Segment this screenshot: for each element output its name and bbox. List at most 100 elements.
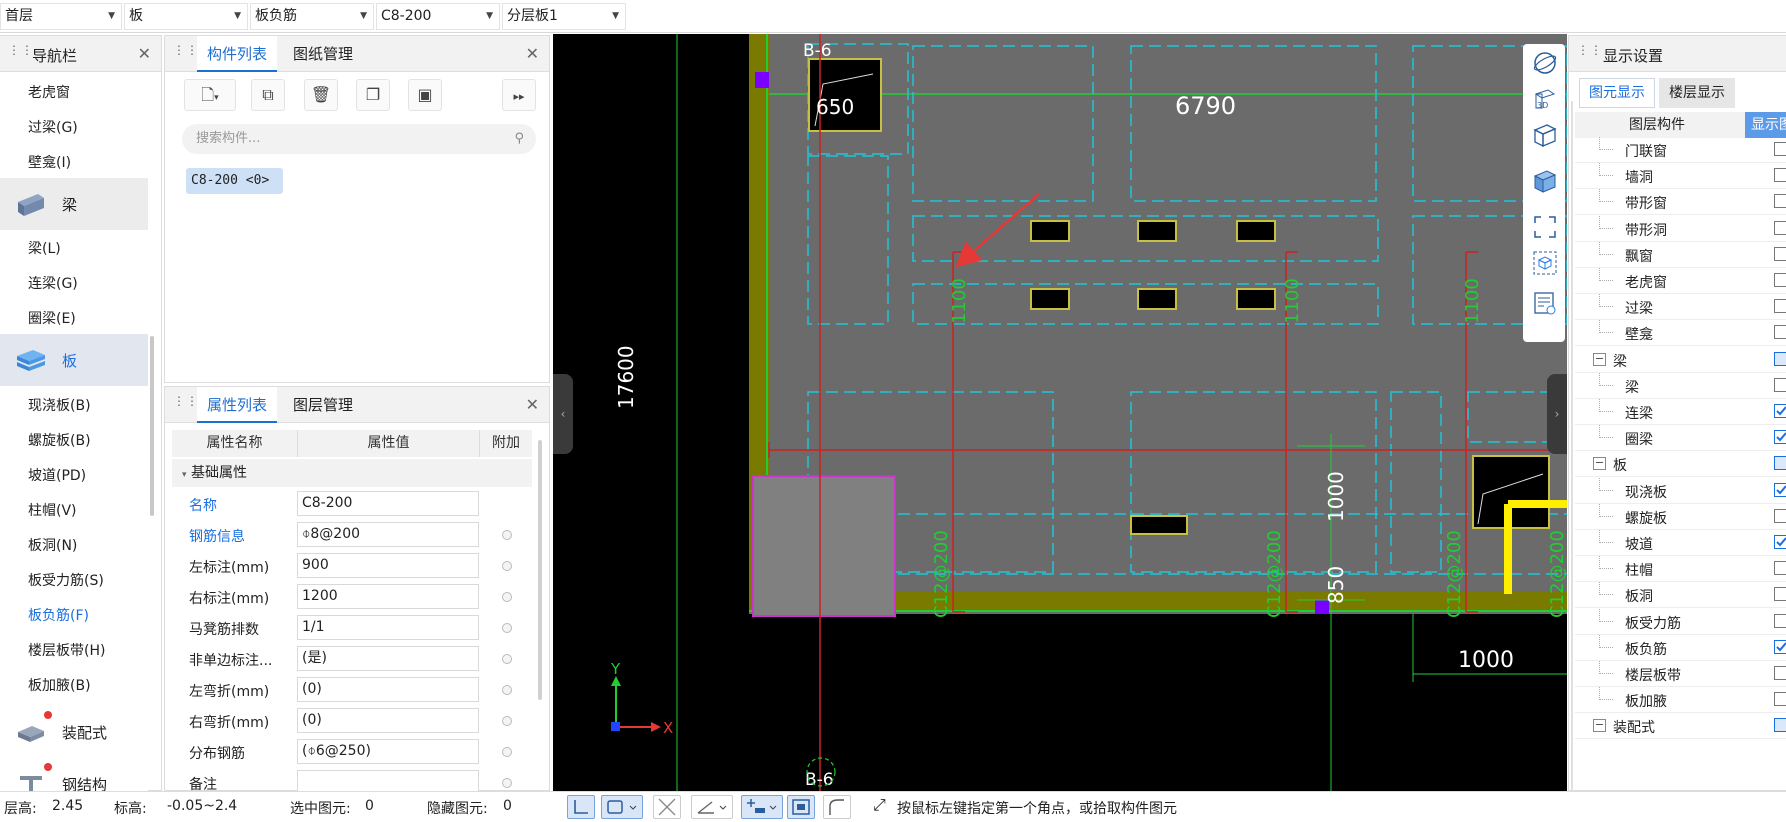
nav-item-slab-hole[interactable]: 板洞(N) xyxy=(28,535,77,555)
tab-drawing-management[interactable]: 图纸管理 xyxy=(293,36,353,72)
nav-item-dormer[interactable]: 老虎窗 xyxy=(28,82,70,102)
display-tree-item[interactable]: 墙洞 xyxy=(1575,163,1786,190)
nav-item-cast-slab[interactable]: 现浇板(B) xyxy=(28,395,91,415)
component-list-item[interactable]: C8-200 <0> xyxy=(186,168,283,194)
tab-layer-management[interactable]: 图层管理 xyxy=(293,387,353,423)
display-tree-item[interactable]: 坡道 xyxy=(1575,530,1786,556)
show-checkbox[interactable] xyxy=(1774,430,1786,445)
nav-item-spiral-slab[interactable]: 螺旋板(B) xyxy=(28,430,91,450)
collapse-left-handle[interactable]: ‹ xyxy=(553,374,573,454)
show-checkbox[interactable] xyxy=(1774,613,1786,628)
show-checkbox[interactable] xyxy=(1774,377,1786,392)
display-tree-item[interactable]: 楼层板带 xyxy=(1575,661,1786,687)
collapse-right-handle[interactable]: › xyxy=(1547,374,1567,454)
nav-item-slab-negative-rebar[interactable]: 板负筋(F) xyxy=(28,605,89,625)
display-tree-item[interactable]: 板负筋 xyxy=(1575,634,1786,661)
tab-floor-display[interactable]: 楼层显示 xyxy=(1659,78,1735,108)
show-checkbox[interactable] xyxy=(1774,587,1786,602)
angle-toggle[interactable] xyxy=(691,795,733,819)
nav-item-coupling-beam[interactable]: 连梁(G) xyxy=(28,273,78,293)
collapse-minus-icon[interactable]: − xyxy=(1593,352,1606,366)
collapse-minus-icon[interactable]: − xyxy=(1593,457,1606,471)
show-checkbox[interactable] xyxy=(1774,718,1786,733)
drag-handle-icon[interactable]: ⋮⋮ xyxy=(8,44,33,62)
display-toggle[interactable] xyxy=(787,795,815,819)
show-checkbox[interactable] xyxy=(1774,692,1786,707)
extra-checkbox[interactable] xyxy=(502,716,512,726)
save-template-button[interactable]: ▣ xyxy=(408,79,442,111)
view-cube-icon[interactable] xyxy=(1532,122,1558,148)
property-value-input[interactable]: (0) xyxy=(297,708,479,733)
floor-dropdown[interactable]: 首层 ▼ xyxy=(0,3,122,30)
dynamic-input-toggle[interactable] xyxy=(741,795,783,819)
property-value-input[interactable]: 1200 xyxy=(297,584,479,609)
ortho-toggle[interactable] xyxy=(567,795,595,819)
display-tree-item[interactable]: 壁龛 xyxy=(1575,320,1786,347)
nav-item-niche[interactable]: 壁龛(I) xyxy=(28,152,71,172)
show-checkbox[interactable] xyxy=(1774,561,1786,576)
polar-toggle[interactable] xyxy=(823,795,851,819)
show-checkbox[interactable] xyxy=(1774,535,1786,549)
property-value-input[interactable]: 1/1 xyxy=(297,615,479,640)
tab-property-list[interactable]: 属性列表 xyxy=(197,387,277,423)
show-checkbox[interactable] xyxy=(1774,666,1786,680)
show-checkbox[interactable] xyxy=(1774,299,1786,314)
display-tree-item[interactable]: 飘窗 xyxy=(1575,241,1786,268)
display-tree-item[interactable]: 门联窗 xyxy=(1575,137,1786,163)
category-dropdown[interactable]: 板 ▼ xyxy=(124,3,248,30)
type-dropdown[interactable]: 板负筋 ▼ xyxy=(250,3,374,30)
nav-item-floor-strip[interactable]: 楼层板带(H) xyxy=(28,640,105,660)
show-checkbox[interactable] xyxy=(1774,482,1786,497)
component-search-input[interactable]: 搜索构件... ⚲ xyxy=(182,124,536,154)
show-checkbox[interactable] xyxy=(1774,456,1786,471)
fit-view-icon[interactable] xyxy=(1532,214,1558,240)
cross-toggle[interactable] xyxy=(653,795,681,819)
property-value-input[interactable]: ⌽8@200 xyxy=(297,522,479,547)
section-basic-properties[interactable]: ▾ 基础属性 xyxy=(172,459,532,487)
display-tree-item[interactable]: 柱帽 xyxy=(1575,556,1786,583)
show-checkbox[interactable] xyxy=(1774,351,1786,366)
selection-box-icon[interactable] xyxy=(1532,250,1558,276)
component-dropdown[interactable]: C8-200 ▼ xyxy=(376,3,500,30)
snap-toggle[interactable] xyxy=(601,795,643,819)
property-value-input[interactable]: (0) xyxy=(297,677,479,702)
extra-checkbox[interactable] xyxy=(502,530,512,540)
property-value-input[interactable]: (⌽6@250) xyxy=(297,739,479,764)
nav-item-slab-haunch[interactable]: 板加腋(B) xyxy=(28,675,91,695)
extra-checkbox[interactable] xyxy=(502,561,512,571)
extra-checkbox[interactable] xyxy=(502,592,512,602)
extra-checkbox[interactable] xyxy=(502,654,512,664)
display-tree-item[interactable]: 板洞 xyxy=(1575,582,1786,609)
delete-button[interactable]: 🗑 xyxy=(304,79,338,111)
nav-item-slab-main-rebar[interactable]: 板受力筋(S) xyxy=(28,570,104,590)
nav-item-ramp[interactable]: 坡道(PD) xyxy=(28,465,86,485)
tab-element-display[interactable]: 图元显示 xyxy=(1579,78,1655,108)
orbit-icon[interactable] xyxy=(1532,50,1558,76)
display-tree-item[interactable]: 老虎窗 xyxy=(1575,268,1786,294)
show-checkbox[interactable] xyxy=(1774,220,1786,235)
close-icon[interactable]: ✕ xyxy=(138,44,151,63)
nav-group-steel[interactable]: 钢结构 xyxy=(0,758,148,792)
nav-group-beam[interactable]: 梁 xyxy=(0,178,148,230)
drag-handle-icon[interactable]: ⋮⋮ xyxy=(173,395,198,413)
display-tree-group[interactable]: − 梁 xyxy=(1575,347,1786,373)
layer-dropdown[interactable]: 分层板1 ▼ xyxy=(502,3,626,30)
collapse-minus-icon[interactable]: − xyxy=(1593,719,1606,733)
property-scrollbar[interactable] xyxy=(538,440,542,700)
extra-checkbox[interactable] xyxy=(502,623,512,633)
display-tree-item[interactable]: 过梁 xyxy=(1575,294,1786,321)
more-button[interactable]: ▸▸ xyxy=(502,79,536,111)
display-tree-item[interactable]: 带形窗 xyxy=(1575,189,1786,216)
display-tree-item[interactable]: 梁 xyxy=(1575,372,1786,399)
display-tree-item[interactable]: 板加腋 xyxy=(1575,687,1786,714)
nav-item-ring-beam[interactable]: 圈梁(E) xyxy=(28,308,76,328)
tab-component-list[interactable]: 构件列表 xyxy=(197,36,277,72)
display-tree-group[interactable]: − 装配式 xyxy=(1575,713,1786,740)
property-value-input[interactable]: 900 xyxy=(297,553,479,578)
display-tree-item[interactable]: 现浇板 xyxy=(1575,477,1786,504)
extra-checkbox[interactable] xyxy=(502,747,512,757)
nav-scrollbar[interactable] xyxy=(150,336,154,516)
display-tree-group[interactable]: − 板 xyxy=(1575,451,1786,478)
show-checkbox[interactable] xyxy=(1774,194,1786,209)
show-checkbox[interactable] xyxy=(1774,142,1786,156)
